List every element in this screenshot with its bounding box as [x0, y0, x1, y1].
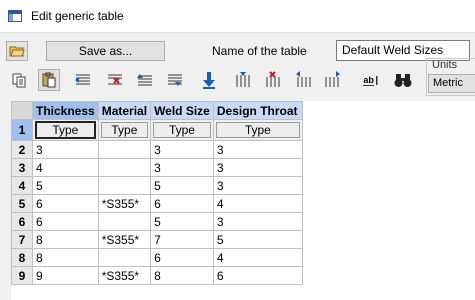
table-cell[interactable] [97, 248, 152, 267]
table-cell[interactable]: *S355* [97, 266, 152, 285]
row-number[interactable]: 8 [11, 248, 33, 267]
table-cell[interactable]: 6 [212, 266, 303, 285]
window-title: Edit generic table [31, 9, 124, 23]
append-row-button[interactable] [198, 69, 220, 91]
delete-column-icon [266, 71, 280, 87]
table-cell[interactable]: 4 [212, 194, 303, 213]
table-row: 8 8 6 4 [11, 248, 453, 267]
grid-empty-area [302, 101, 453, 120]
row-number[interactable]: 2 [11, 140, 33, 159]
table-row: 6 6 5 3 [11, 212, 453, 231]
units-select[interactable]: Metric [428, 74, 475, 93]
arrow-down-icon [203, 72, 215, 89]
folder-open-icon [9, 46, 25, 57]
delete-row-icon [108, 74, 122, 85]
insert-row-button[interactable] [72, 69, 94, 91]
type-cell[interactable]: Type [150, 119, 214, 141]
column-header-weld-size[interactable]: Weld Size [150, 101, 214, 120]
row-number[interactable]: 1 [11, 119, 33, 141]
table-cell[interactable]: 3 [212, 140, 303, 159]
insert-row-icon [75, 74, 90, 85]
type-cell[interactable]: Type [212, 119, 303, 141]
table-cell[interactable]: 4 [32, 158, 99, 177]
table-cell[interactable]: 9 [32, 266, 99, 285]
text-edit-icon: ab [363, 74, 374, 86]
table-row: 5 6 *S355* 6 4 [11, 194, 453, 213]
table-cell[interactable]: 3 [150, 140, 214, 159]
open-button[interactable] [6, 41, 28, 61]
type-cell[interactable]: Type [32, 119, 99, 141]
row-number[interactable]: 9 [11, 266, 33, 285]
paste-icon [42, 72, 56, 88]
table-cell[interactable] [97, 176, 152, 195]
paste-button[interactable] [38, 69, 60, 91]
table-cell[interactable]: 4 [212, 248, 303, 267]
move-column-right-icon [325, 71, 340, 87]
move-row-down-icon [168, 74, 182, 86]
table-cell[interactable]: *S355* [97, 230, 152, 249]
table-cell[interactable]: 7 [150, 230, 214, 249]
table-row: 3 4 3 3 [11, 158, 453, 177]
table-cell[interactable] [97, 212, 152, 231]
row-number[interactable]: 5 [11, 194, 33, 213]
find-button[interactable] [392, 69, 414, 91]
table-row: 4 5 5 3 [11, 176, 453, 195]
toolbar: ab I [0, 66, 475, 96]
copy-button[interactable] [8, 69, 30, 91]
move-row-up-button[interactable] [134, 69, 156, 91]
table-cell[interactable]: 8 [32, 248, 99, 267]
move-row-up-icon [137, 74, 152, 86]
insert-column-button[interactable] [232, 69, 254, 91]
table-cell[interactable]: 5 [212, 230, 303, 249]
table-cell[interactable]: 5 [150, 176, 214, 195]
row-number[interactable]: 6 [11, 212, 33, 231]
row-number[interactable]: 7 [11, 230, 33, 249]
copy-icon [12, 73, 26, 88]
move-column-left-icon [296, 71, 311, 87]
row-number[interactable]: 3 [11, 158, 33, 177]
table-row: 9 9 *S355* 8 6 [11, 266, 453, 285]
delete-row-button[interactable] [104, 69, 126, 91]
column-header-material[interactable]: Material [97, 101, 152, 120]
grid-corner[interactable] [11, 101, 33, 120]
table-row: 2 3 3 3 [11, 140, 453, 159]
column-header-thickness[interactable]: Thickness [32, 101, 99, 120]
table-cell[interactable]: 8 [32, 230, 99, 249]
generic-table-grid: Thickness Material Weld Size Design Thro… [11, 101, 475, 300]
binoculars-icon [394, 74, 412, 87]
table-cell[interactable] [97, 158, 152, 177]
table-cell[interactable]: 3 [212, 212, 303, 231]
table-cell[interactable]: 6 [32, 212, 99, 231]
move-column-right-button[interactable] [322, 69, 344, 91]
top-row: Save as... Name of the table Default Wel… [0, 38, 475, 64]
table-cell[interactable]: 5 [32, 176, 99, 195]
table-row: 1 Type Type Type Type [11, 119, 453, 141]
table-cell[interactable]: 3 [150, 158, 214, 177]
row-number[interactable]: 4 [11, 176, 33, 195]
column-header-design-throat[interactable]: Design Throat [212, 101, 303, 120]
type-cell[interactable]: Type [97, 119, 152, 141]
table-row: 7 8 *S355* 7 5 [11, 230, 453, 249]
table-cell[interactable]: 3 [212, 176, 303, 195]
title-bar: Edit generic table [0, 0, 475, 33]
table-app-icon [8, 10, 22, 22]
table-cell[interactable]: 8 [150, 266, 214, 285]
table-cell[interactable]: 3 [32, 140, 99, 159]
table-cell[interactable]: 6 [32, 194, 99, 213]
insert-column-icon [236, 72, 250, 87]
move-row-down-button[interactable] [164, 69, 186, 91]
table-cell[interactable]: 3 [212, 158, 303, 177]
delete-column-button[interactable] [262, 69, 284, 91]
table-cell[interactable]: 6 [150, 248, 214, 267]
table-cell[interactable]: 6 [150, 194, 214, 213]
move-column-left-button[interactable] [292, 69, 314, 91]
units-label: Units [432, 59, 458, 71]
table-cell[interactable]: 5 [150, 212, 214, 231]
table-name-label: Name of the table [212, 44, 307, 58]
table-cell[interactable] [97, 140, 152, 159]
table-cell[interactable]: *S355* [97, 194, 152, 213]
save-as-button[interactable]: Save as... [46, 41, 165, 61]
rename-button[interactable]: ab I [360, 69, 382, 91]
